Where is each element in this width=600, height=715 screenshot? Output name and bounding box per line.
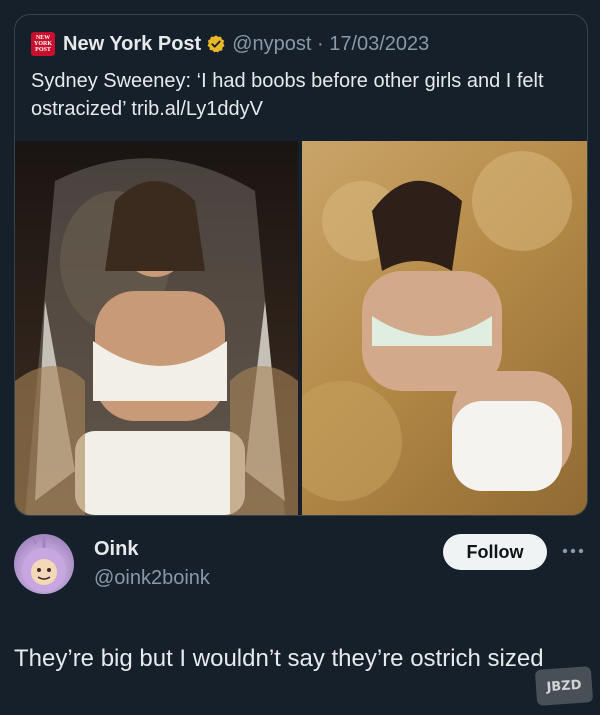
quoted-post-card[interactable]: NEW YORK POST New York Post @nypost · 17/0…	[14, 14, 588, 516]
reply-author-name[interactable]: Oink	[94, 538, 138, 561]
verified-badge-icon	[206, 34, 226, 54]
avatar[interactable]	[14, 534, 74, 594]
quoted-post-text: Sydney Sweeney: ‘I had boobs before othe…	[31, 70, 544, 120]
photo-left[interactable]	[15, 141, 298, 515]
follow-button[interactable]: Follow	[443, 534, 547, 570]
reply-author-handle[interactable]: @oink2boink	[94, 567, 210, 590]
more-options-icon[interactable]	[559, 544, 587, 558]
quoted-handle-date: @nypost · 17/03/2023	[232, 32, 430, 55]
reply-post[interactable]: Oink @oink2boink Follow They’re big but …	[0, 520, 600, 715]
jbzd-watermark: JBZD	[534, 666, 594, 706]
reply-text: They’re big but I wouldn’t say they’re o…	[14, 645, 544, 672]
new-york-post-logo[interactable]: NEW YORK POST	[31, 32, 55, 56]
quoted-post-header: NEW YORK POST New York Post @nypost · 17/0…	[31, 31, 429, 57]
photo-right[interactable]	[302, 141, 587, 515]
quoted-author-name[interactable]: New York Post	[63, 33, 201, 56]
